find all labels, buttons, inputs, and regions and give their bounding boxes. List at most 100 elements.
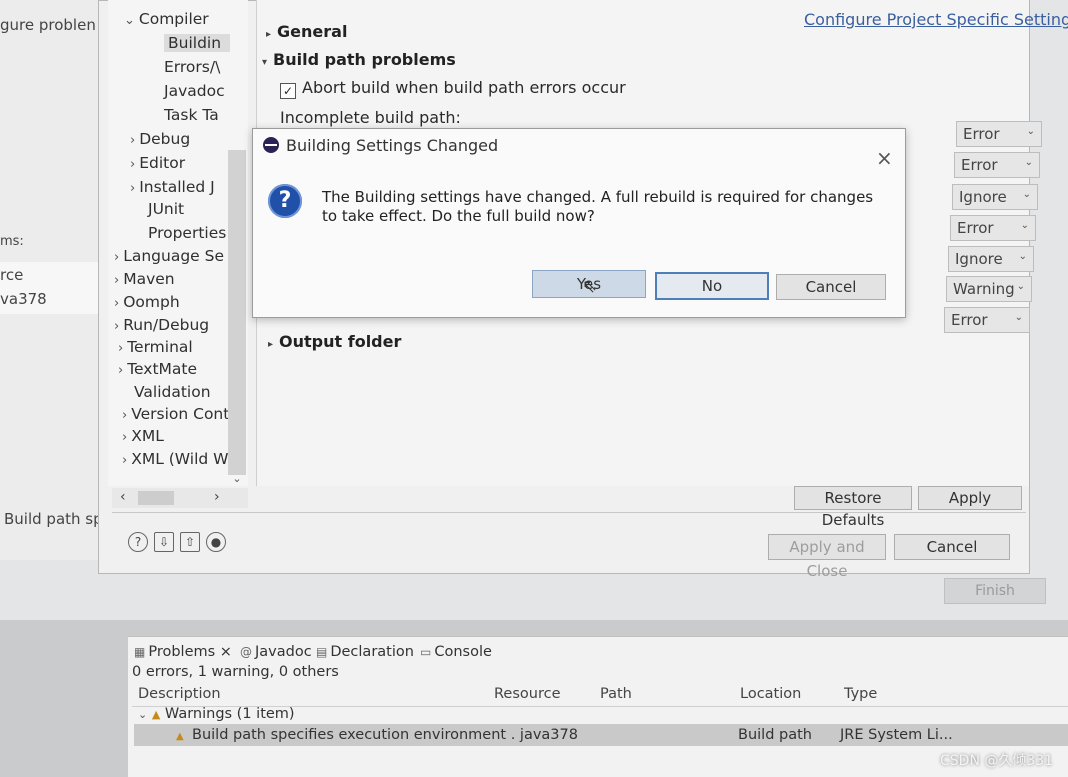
- tree-item[interactable]: › Maven: [114, 270, 175, 288]
- checkbox-checked[interactable]: ✓: [280, 83, 296, 99]
- tab-label: Problems ×: [148, 644, 232, 660]
- chevron-right-icon[interactable]: ›: [114, 296, 119, 311]
- tree-item[interactable]: › XML (Wild W: [122, 450, 229, 468]
- combo-value: Error: [963, 125, 1000, 143]
- severity-combo[interactable]: Error ⌄: [944, 307, 1030, 333]
- chevron-right-icon[interactable]: ›: [122, 453, 127, 468]
- tree-item[interactable]: › Editor: [130, 154, 185, 172]
- cancel-button[interactable]: Cancel: [894, 534, 1010, 560]
- tree-item-label: Task Ta: [164, 106, 219, 124]
- tree-item[interactable]: Javadoc: [164, 82, 225, 100]
- scroll-thumb[interactable]: [138, 491, 174, 505]
- chevron-down-icon[interactable]: ⌄: [228, 472, 246, 486]
- tree-item[interactable]: › Version Cont: [122, 405, 229, 423]
- column-header-type[interactable]: Type: [844, 686, 877, 702]
- tree-item[interactable]: › Installed J: [130, 178, 215, 196]
- chevron-right-icon[interactable]: ›: [114, 273, 119, 288]
- tree-item-label: Oomph: [123, 293, 180, 311]
- severity-combo[interactable]: Ignore ⌄: [948, 246, 1034, 272]
- tree-item-label: TextMate: [127, 360, 198, 378]
- severity-combo[interactable]: Error ⌄: [950, 215, 1036, 241]
- help-icon[interactable]: ?: [128, 532, 148, 552]
- import-icon[interactable]: ⇩: [154, 532, 174, 552]
- column-header-resource[interactable]: Resource: [494, 686, 561, 702]
- chevron-right-icon[interactable]: ›: [130, 181, 135, 196]
- close-icon[interactable]: ×: [876, 146, 893, 170]
- severity-combo[interactable]: Error ⌄: [956, 121, 1042, 147]
- tree-item[interactable]: ⌄ Compiler: [124, 10, 209, 28]
- declaration-icon: ▤: [316, 645, 328, 659]
- restore-defaults-button[interactable]: Restore Defaults: [794, 486, 912, 529]
- tree-item-label: Properties: [148, 224, 227, 242]
- bg-label: rce: [0, 266, 24, 284]
- configure-project-settings-link[interactable]: Configure Project Specific Settings...: [804, 10, 1068, 29]
- divider: [112, 512, 1026, 513]
- chevron-down-icon: ⌄: [1016, 281, 1025, 292]
- section-general[interactable]: ▸ General: [266, 22, 347, 41]
- severity-combo[interactable]: Error ⌄: [954, 152, 1040, 178]
- tab-declaration[interactable]: ▤ Declaration: [316, 644, 414, 660]
- tree-item[interactable]: Buildin: [164, 34, 230, 52]
- section-output-folder[interactable]: ▸ Output folder: [268, 332, 401, 351]
- tree-item[interactable]: › Debug: [130, 130, 190, 148]
- chevron-right-icon[interactable]: ›: [122, 408, 127, 423]
- tree-item[interactable]: Properties: [148, 224, 226, 242]
- section-build-path-problems[interactable]: ▾ Build path problems: [262, 50, 456, 69]
- no-button[interactable]: No: [655, 272, 769, 300]
- chevron-right-icon[interactable]: ›: [118, 363, 123, 378]
- chevron-down-icon: ⌄: [1026, 126, 1035, 137]
- chevron-down-icon: ⌄: [1020, 220, 1029, 231]
- combo-value: Error: [951, 311, 988, 329]
- tree-item-label: JUnit: [148, 200, 185, 218]
- chevron-right-icon[interactable]: ›: [130, 133, 135, 148]
- tree-item[interactable]: Errors/\: [164, 58, 220, 76]
- finish-button[interactable]: Finish: [944, 578, 1046, 604]
- abort-build-checkbox-row[interactable]: ✓ Abort build when build path errors occu…: [280, 78, 626, 99]
- chevron-right-icon[interactable]: ›: [118, 341, 123, 356]
- tab-javadoc[interactable]: @ Javadoc: [240, 644, 312, 660]
- chevron-right-icon[interactable]: ›: [122, 430, 127, 445]
- row-description: Build path specifies execution environme…: [192, 727, 578, 743]
- tree-item[interactable]: › Oomph: [114, 293, 180, 311]
- chevron-down-icon: ⌄: [1014, 312, 1023, 323]
- tree-item-label: Errors/\: [164, 58, 221, 76]
- incomplete-build-path-label: Incomplete build path:: [280, 108, 461, 127]
- warning-icon: ▲: [176, 731, 184, 742]
- dialog-cancel-button[interactable]: Cancel: [776, 274, 886, 300]
- tree-item[interactable]: JUnit: [148, 200, 184, 218]
- column-header-location[interactable]: Location: [740, 686, 801, 702]
- dialog-title: Building Settings Changed: [286, 136, 499, 155]
- tree-item-label: XML: [131, 427, 164, 445]
- chevron-down-icon[interactable]: ⌄: [138, 708, 147, 721]
- chevron-right-icon[interactable]: ›: [114, 319, 119, 334]
- severity-combo[interactable]: Ignore ⌄: [952, 184, 1038, 210]
- export-icon[interactable]: ⇧: [180, 532, 200, 552]
- chevron-right-icon[interactable]: ›: [214, 489, 220, 505]
- chevron-right-icon[interactable]: ›: [130, 157, 135, 172]
- chevron-right-icon[interactable]: ›: [114, 250, 119, 265]
- tree-item[interactable]: › XML: [122, 427, 164, 445]
- tab-problems[interactable]: ▦ Problems ×: [134, 644, 232, 660]
- tab-console[interactable]: ▭ Console: [420, 644, 492, 660]
- apply-button[interactable]: Apply: [918, 486, 1022, 510]
- chevron-down-icon[interactable]: ⌄: [124, 13, 135, 28]
- tree-item[interactable]: Validation: [134, 383, 211, 401]
- column-header-path[interactable]: Path: [600, 686, 632, 702]
- tree-item[interactable]: Task Ta: [164, 106, 219, 124]
- combo-value: Ignore: [959, 188, 1007, 206]
- tree-item[interactable]: › Run/Debug: [114, 316, 209, 334]
- warnings-group[interactable]: ⌄ ▲ Warnings (1 item): [138, 706, 295, 722]
- column-header-description[interactable]: Description: [138, 686, 221, 702]
- tree-item[interactable]: › Terminal: [118, 338, 193, 356]
- record-icon[interactable]: ●: [206, 532, 226, 552]
- tree-item[interactable]: › TextMate: [118, 360, 197, 378]
- tree-item[interactable]: › Language Se: [114, 247, 224, 265]
- combo-value: Warning: [953, 280, 1015, 298]
- tree-scrollbar[interactable]: [228, 150, 246, 475]
- severity-combo[interactable]: Warning ⌄: [946, 276, 1032, 302]
- tree-horizontal-scrollbar[interactable]: ‹ ›: [112, 488, 248, 508]
- combo-value: Error: [961, 156, 998, 174]
- chevron-left-icon[interactable]: ‹: [120, 489, 126, 505]
- apply-and-close-button[interactable]: Apply and Close: [768, 534, 886, 580]
- tree-item-label: Buildin: [168, 34, 222, 52]
